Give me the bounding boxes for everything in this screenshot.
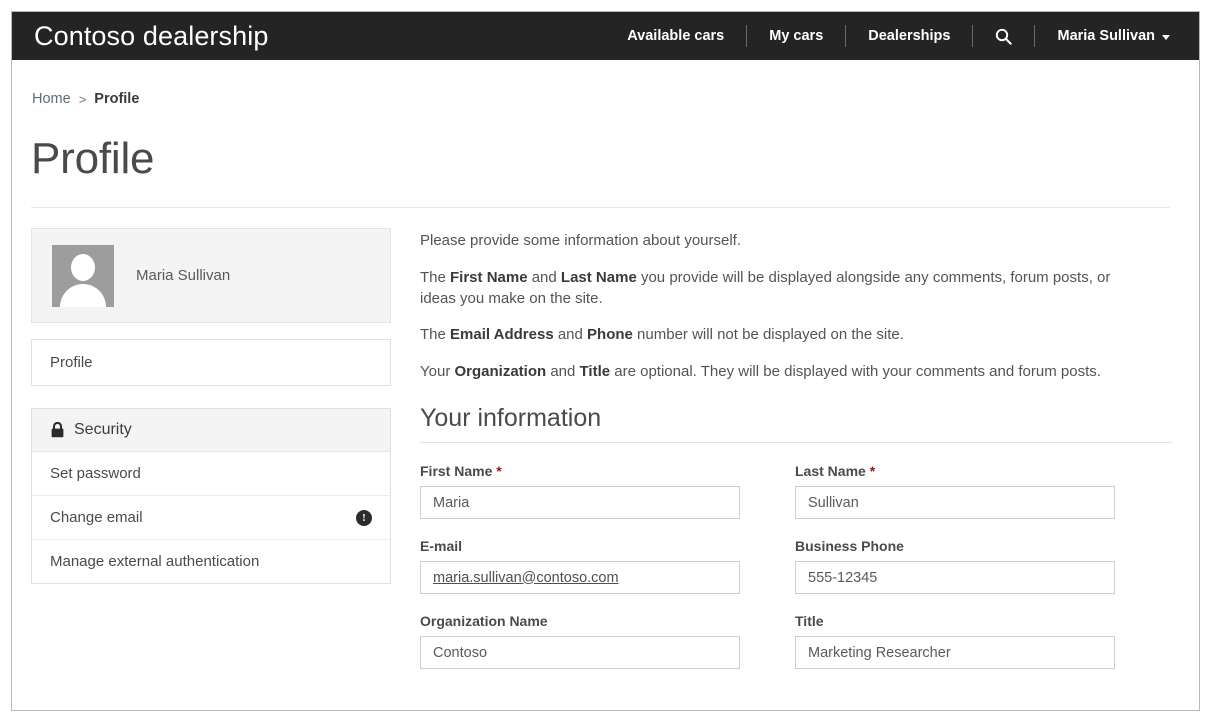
required-asterisk: * (869, 463, 876, 480)
change-email-label: Change email (50, 509, 143, 527)
first-name-value: Maria (433, 494, 470, 511)
last-name-value: Sullivan (808, 494, 859, 511)
browser-page-frame: Contoso dealership Available cars My car… (11, 11, 1200, 711)
field-group-title: Title Marketing Researcher (795, 613, 1115, 670)
grid-spacer (740, 538, 795, 594)
profile-card-user-name: Maria Sullivan (136, 267, 231, 285)
profile-form: First Name * Maria Last Name * Sullivan … (420, 463, 1181, 670)
last-name-label-text: Last Name (795, 463, 866, 480)
organization-value: Contoso (433, 644, 488, 661)
breadcrumb-current-profile: Profile (94, 91, 140, 107)
intro2-bold-last-name: Last Name (560, 268, 637, 286)
sidebar-item-set-password[interactable]: Set password (32, 452, 390, 497)
intro4-text-d: are optional. They will be displayed wit… (610, 362, 1101, 380)
sidebar: Maria Sullivan Profile Security Set pass… (31, 228, 391, 669)
top-navigation-bar: Contoso dealership Available cars My car… (12, 12, 1199, 60)
breadcrumb-link-home[interactable]: Home (32, 91, 71, 107)
intro3-text-a: The (420, 326, 451, 344)
intro-paragraph-4: Your Organization and Title are optional… (420, 362, 1148, 383)
security-heading-label: Security (74, 421, 132, 439)
breadcrumb: Home > Profile (30, 60, 1181, 107)
avatar (52, 244, 114, 307)
intro4-text-c: and (546, 362, 580, 380)
avatar-body-shape (60, 283, 106, 307)
title-value: Marketing Researcher (808, 644, 951, 661)
first-name-input[interactable]: Maria (420, 486, 740, 520)
email-label: E-mail (420, 538, 463, 555)
intro3-text-c: and (553, 326, 588, 344)
avatar-head-shape (71, 253, 95, 281)
lock-icon (51, 422, 64, 438)
intro4-text-a: Your (420, 362, 455, 380)
profile-summary-card: Maria Sullivan (31, 228, 391, 324)
intro3-bold-email-address: Email Address (450, 326, 554, 344)
grid-spacer (740, 613, 795, 669)
intro3-text-d: number will not be displayed on the site… (632, 326, 904, 344)
intro-paragraph-3: The Email Address and Phone number will … (420, 325, 1148, 346)
business-phone-input[interactable]: 555-12345 (795, 561, 1115, 595)
title-input[interactable]: Marketing Researcher (795, 636, 1115, 670)
sidebar-item-change-email[interactable]: Change email ! (32, 496, 390, 541)
nav-link-available-cars[interactable]: Available cars (605, 29, 746, 44)
user-menu-label: Maria Sullivan (1057, 28, 1155, 44)
business-phone-label: Business Phone (795, 538, 904, 555)
search-button[interactable] (973, 28, 1034, 45)
field-group-email: E-mail maria.sullivan@contoso.com (420, 538, 740, 595)
main-content: Please provide some information about yo… (391, 228, 1181, 670)
first-name-label: First Name * (420, 463, 740, 479)
business-phone-value: 555-12345 (808, 569, 878, 586)
security-section-header: Security (32, 409, 390, 453)
intro2-bold-first-name: First Name (450, 268, 528, 286)
title-label: Title (795, 613, 824, 630)
organization-input[interactable]: Contoso (420, 636, 740, 670)
sidebar-item-profile[interactable]: Profile (32, 340, 390, 385)
section-title-your-information: Your information (420, 403, 602, 432)
chevron-down-icon (1162, 34, 1170, 40)
required-asterisk: * (496, 463, 502, 480)
last-name-input[interactable]: Sullivan (795, 486, 1115, 520)
first-name-label-text: First Name (420, 463, 493, 480)
last-name-label: Last Name * (795, 463, 1115, 479)
intro3-bold-phone: Phone (587, 326, 633, 344)
email-value: maria.sullivan@contoso.com (433, 569, 619, 586)
intro2-text-c: and (527, 268, 561, 286)
intro4-bold-title: Title (579, 362, 611, 380)
field-group-last-name: Last Name * Sullivan (795, 463, 1115, 520)
title-divider (31, 207, 1170, 209)
sidebar-nav-box: Profile (31, 339, 391, 387)
page-content: Home > Profile Profile Maria Sullivan Pr… (12, 60, 1199, 670)
grid-spacer (740, 463, 795, 519)
sidebar-security-box: Security Set password Change email ! Man… (31, 408, 391, 585)
intro-paragraph-2: The First Name and Last Name you provide… (420, 268, 1148, 309)
section-divider (420, 442, 1172, 444)
email-input[interactable]: maria.sullivan@contoso.com (420, 561, 740, 595)
site-brand-title[interactable]: Contoso dealership (34, 21, 268, 52)
intro4-bold-organization: Organization (454, 362, 547, 380)
page-layout: Maria Sullivan Profile Security Set pass… (30, 228, 1181, 670)
breadcrumb-separator: > (78, 91, 87, 107)
user-menu-button[interactable]: Maria Sullivan (1035, 28, 1184, 44)
set-password-label: Set password (50, 465, 141, 483)
intro-paragraph-1: Please provide some information about yo… (420, 232, 742, 250)
page-title: Profile (31, 134, 155, 183)
field-group-business-phone: Business Phone 555-12345 (795, 538, 1115, 595)
alert-exclamation-icon: ! (356, 509, 372, 526)
navigation-links-group: Available cars My cars Dealerships Maria… (605, 12, 1199, 60)
field-group-organization: Organization Name Contoso (420, 613, 740, 670)
search-icon (996, 28, 1013, 45)
intro2-text-a: The (420, 268, 451, 286)
nav-link-my-cars[interactable]: My cars (747, 29, 845, 44)
nav-link-dealerships[interactable]: Dealerships (846, 29, 972, 44)
organization-label: Organization Name (420, 613, 548, 630)
manage-external-auth-label: Manage external authentication (50, 553, 260, 571)
field-group-first-name: First Name * Maria (420, 463, 740, 520)
sidebar-item-manage-external-authentication[interactable]: Manage external authentication (32, 540, 390, 583)
